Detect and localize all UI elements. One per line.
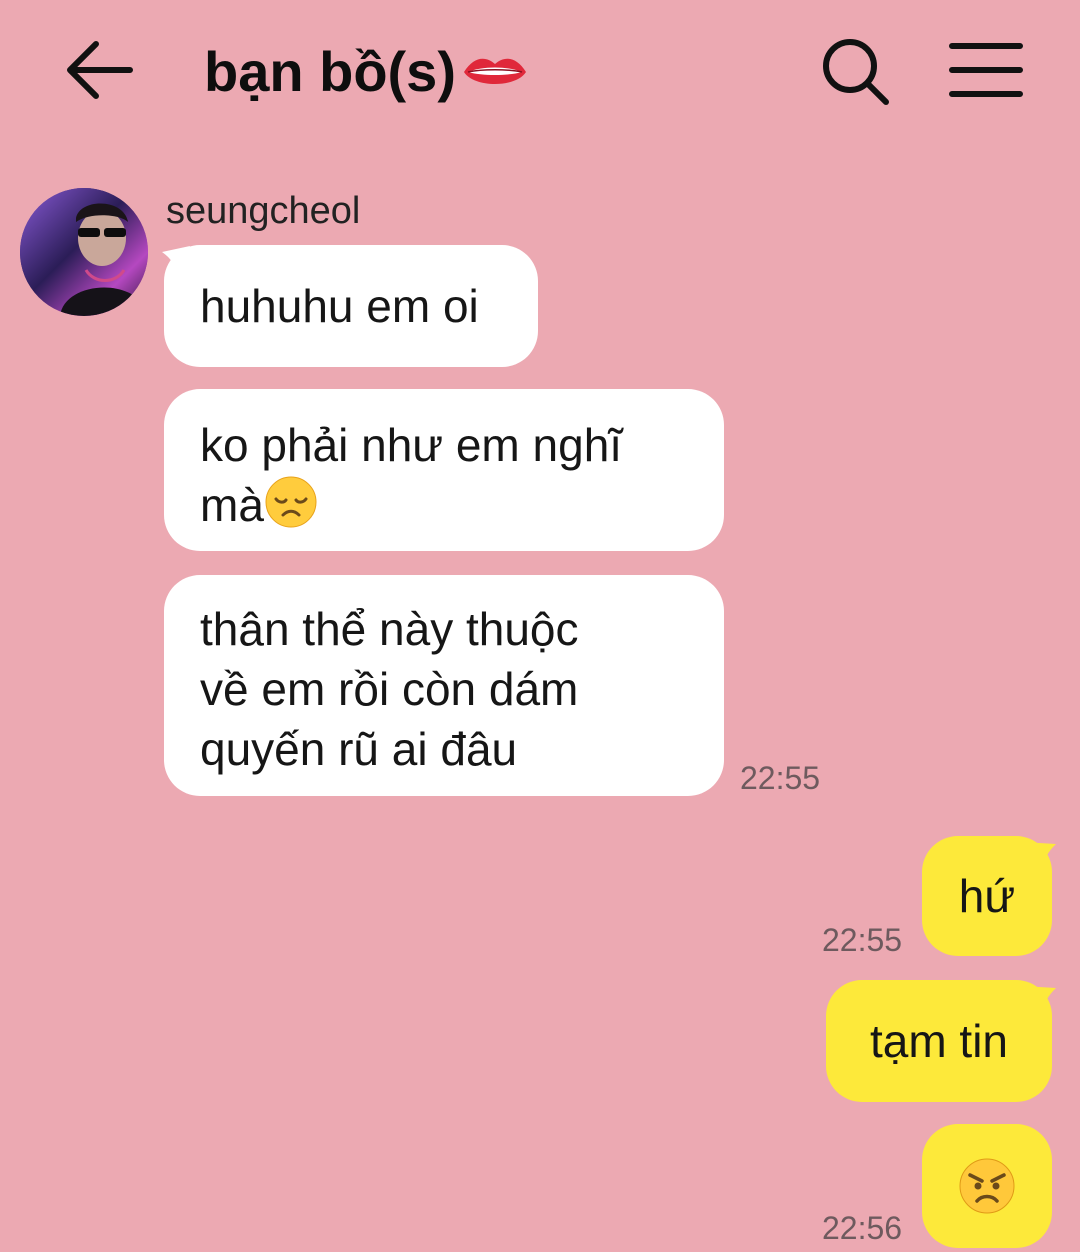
message-text-line: quyến rũ ai đâu	[200, 723, 518, 775]
outgoing-message-bubble[interactable]: hứ	[922, 836, 1052, 956]
back-button[interactable]	[62, 36, 138, 104]
disappointed-face-emoji-icon	[265, 476, 317, 528]
search-button[interactable]	[820, 36, 892, 108]
avatar-image	[20, 188, 148, 316]
message-text-line: thân thể này thuộc	[200, 603, 579, 655]
message-text-line: ko phải như em nghĩ	[200, 419, 623, 471]
sender-name: seungcheol	[166, 190, 361, 232]
incoming-message-bubble[interactable]: huhuhu em oi	[164, 245, 538, 367]
outgoing-message-bubble[interactable]	[922, 1124, 1052, 1248]
message-text: huhuhu em oi	[200, 280, 479, 332]
sender-avatar[interactable]	[20, 188, 148, 316]
message-text: mà	[200, 479, 264, 531]
chat-title-group: bạn bồ(s)	[204, 34, 528, 110]
message-text: tạm tin	[869, 1015, 1009, 1067]
message-text: hứ	[958, 870, 1016, 922]
search-icon	[823, 39, 889, 105]
message-text-line: về em rồi còn dám	[200, 663, 579, 715]
incoming-message-bubble[interactable]: ko phải như em nghĩ mà	[164, 389, 724, 551]
chat-header: bạn bồ(s)	[0, 0, 1080, 140]
menu-button[interactable]	[948, 40, 1024, 100]
message-timestamp: 22:55	[740, 760, 821, 796]
message-text-line: mà	[200, 475, 688, 535]
outgoing-message-bubble[interactable]: tạm tin	[826, 980, 1052, 1102]
chat-title: bạn bồ(s)	[204, 40, 456, 103]
message-timestamp: 22:55	[822, 922, 903, 958]
message-timestamp: 22:56	[822, 1210, 903, 1246]
lips-emoji-icon	[463, 58, 526, 84]
incoming-message-bubble[interactable]: thân thể này thuộc về em rồi còn dám quy…	[164, 575, 724, 796]
angry-face-emoji-icon	[959, 1158, 1015, 1214]
hamburger-menu-icon	[949, 43, 1023, 97]
arrow-left-icon	[67, 41, 133, 99]
